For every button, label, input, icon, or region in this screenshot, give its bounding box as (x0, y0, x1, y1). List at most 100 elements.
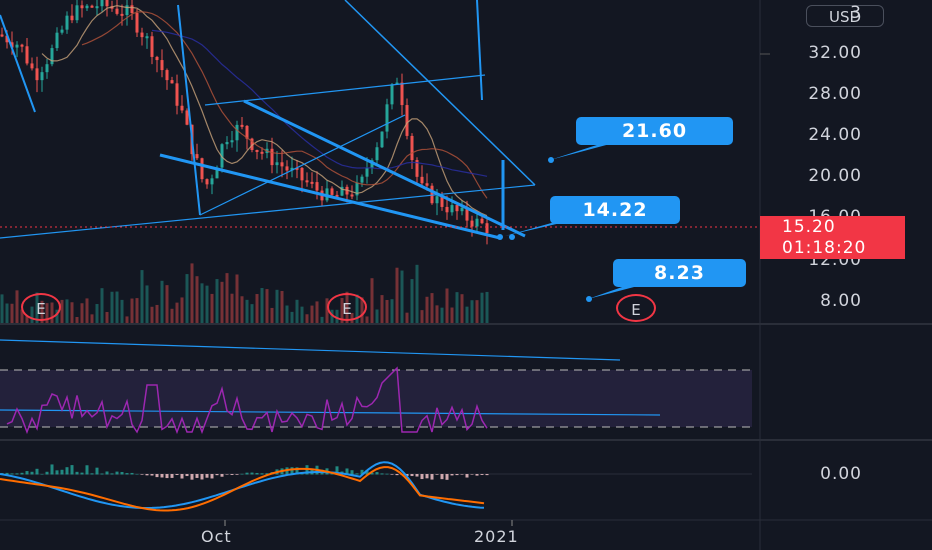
macd-histogram-bar (215, 474, 219, 476)
candle-body (90, 5, 94, 8)
volume-bar (255, 294, 259, 323)
earnings-marker[interactable]: E (21, 293, 61, 321)
volume-bar (170, 308, 174, 323)
candle-body (425, 183, 429, 186)
macd-histogram-bar (440, 474, 444, 480)
volume-bar (150, 306, 154, 323)
macd-histogram-bar (380, 473, 384, 475)
macd-histogram-bar (180, 474, 184, 479)
chart-window[interactable]: USD 3 32.00 28.00 24.00 20.00 16.00 12.0… (0, 0, 932, 550)
last-price-tag: 15.20 (760, 216, 905, 238)
macd-histogram-bar (375, 472, 379, 475)
candle-body (480, 218, 484, 224)
volume-bar (280, 290, 284, 323)
volume-bar (185, 274, 189, 323)
volume-bar (105, 311, 109, 323)
earnings-marker[interactable]: E (616, 294, 656, 322)
volume-bar (250, 304, 254, 323)
volume-bar (385, 299, 389, 323)
candle-body (375, 147, 379, 161)
anchor-dot (586, 296, 592, 302)
candle-body (430, 185, 434, 204)
volume-bar (300, 306, 304, 323)
macd-histogram-bar (95, 467, 99, 475)
candle-body (40, 72, 44, 81)
macd-histogram-bar (70, 465, 74, 475)
anchor-dot (548, 157, 554, 163)
volume-bar (480, 292, 484, 323)
candle-body (210, 178, 214, 185)
trend-line (476, 0, 483, 101)
price-axis-label: 3 (850, 3, 862, 23)
volume-bar (440, 307, 444, 323)
candle-body (85, 5, 89, 9)
macd-histogram-bar (90, 473, 94, 475)
volume-bar (485, 291, 489, 323)
macd-histogram-bar (195, 474, 199, 478)
macd-histogram-bar (50, 464, 54, 475)
wedge-lower-line (159, 153, 501, 240)
macd-histogram-bar (220, 474, 224, 477)
macd-histogram-bar (435, 474, 439, 475)
volume-bar (195, 276, 199, 323)
candle-body (300, 167, 304, 181)
macd-histogram-bar (240, 473, 244, 475)
price-callout[interactable]: 21.60 (576, 117, 733, 145)
price-callout[interactable]: 8.23 (613, 259, 746, 287)
bar-countdown-tag: 01:18:20 (760, 237, 905, 259)
macd-histogram-bar (135, 473, 139, 475)
candle-body (410, 135, 414, 161)
candle-body (170, 80, 174, 84)
candle-body (445, 206, 449, 213)
macd-histogram-bar (385, 473, 389, 475)
earnings-marker[interactable]: E (327, 293, 367, 321)
volume-bar (270, 307, 274, 323)
volume-bar (420, 310, 424, 323)
macd-histogram-bar (450, 474, 454, 476)
volume-bar (200, 283, 204, 323)
macd-histogram-bar (75, 471, 79, 475)
price-axis-label: 28.00 (808, 84, 862, 104)
volume-bar (290, 311, 294, 323)
trend-line (0, 14, 36, 113)
volume-bar (435, 305, 439, 323)
macd-histogram-bar (260, 473, 264, 475)
candle-body (255, 149, 259, 152)
volume-bar (5, 303, 9, 323)
candle-body (105, 0, 109, 7)
volume-bar (395, 267, 399, 323)
macd-histogram-bar (125, 473, 129, 475)
price-callout[interactable]: 14.22 (550, 196, 680, 224)
candle-body (385, 104, 389, 132)
volume-bar (140, 270, 144, 323)
volume-bar (265, 289, 269, 323)
candle-body (135, 13, 139, 33)
volume-bar (155, 304, 159, 323)
trend-line (344, 0, 536, 186)
macd-histogram-bar (175, 474, 179, 476)
volume-bar (75, 316, 79, 323)
candle-body (130, 5, 134, 14)
volume-bar (390, 299, 394, 323)
macd-histogram-bar (85, 465, 89, 475)
candle-body (315, 182, 319, 191)
candle-body (55, 32, 59, 49)
volume-bar (110, 291, 114, 323)
macd-histogram-bar (130, 472, 134, 475)
volume-bar (135, 298, 139, 323)
volume-bar (320, 316, 324, 323)
candle-body (310, 181, 314, 184)
volume-bar (445, 288, 449, 323)
macd-histogram-bar (160, 474, 164, 478)
volume-bar (205, 285, 209, 323)
callout-pointer (505, 222, 565, 236)
price-axis-label: 24.00 (808, 125, 862, 145)
volume-bar (275, 289, 279, 323)
volume-bar (190, 263, 194, 323)
candle-body (350, 194, 354, 197)
volume-bar (285, 305, 289, 323)
candle-body (100, 0, 104, 7)
candle-body (80, 5, 84, 9)
candle-body (235, 124, 239, 141)
volume-bar (165, 285, 169, 323)
